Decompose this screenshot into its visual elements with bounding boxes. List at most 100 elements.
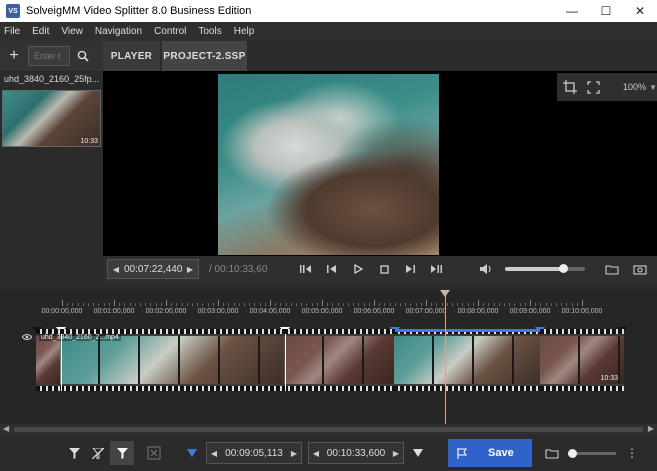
- snapshot-button[interactable]: [629, 259, 651, 279]
- folder-icon: [545, 448, 559, 459]
- start-time[interactable]: 00:09:05,113: [221, 448, 287, 459]
- volume-button[interactable]: [479, 263, 499, 275]
- stop-button[interactable]: [371, 259, 397, 279]
- end-time-box[interactable]: ◀ 00:10:33,600 ▶: [308, 442, 404, 464]
- output-folder-button[interactable]: [540, 441, 564, 465]
- time-prev-icon[interactable]: ◀: [108, 265, 124, 274]
- video-track[interactable]: uhd_3840_2160_2...mp4 10:33: [36, 329, 624, 391]
- go-start-button[interactable]: [293, 259, 319, 279]
- ruler-minor-tick: [519, 303, 521, 306]
- save-button[interactable]: Save: [448, 439, 532, 467]
- ruler-minor-tick: [540, 303, 542, 306]
- menu-edit[interactable]: Edit: [26, 26, 55, 37]
- ruler-minor-tick: [514, 303, 516, 306]
- menu-tools[interactable]: Tools: [192, 26, 227, 37]
- playhead-line[interactable]: [445, 290, 446, 433]
- funnel-off-icon: [92, 447, 104, 459]
- menu-control[interactable]: Control: [148, 26, 192, 37]
- start-time-prev-icon[interactable]: ◀: [207, 449, 221, 458]
- ruler-tick: [478, 300, 479, 306]
- ruler-tick-label: 00:10:00,000: [561, 308, 603, 315]
- selection-range-bar[interactable]: [395, 329, 540, 332]
- time-next-icon[interactable]: ▶: [182, 265, 198, 274]
- ruler-minor-tick: [259, 303, 261, 306]
- folder-icon: [605, 264, 619, 275]
- prev-frame-button[interactable]: [319, 259, 345, 279]
- scroll-left-icon[interactable]: ◀: [3, 424, 9, 433]
- search-button[interactable]: [70, 41, 96, 71]
- current-time-box[interactable]: ◀ 00:07:22,440 ▶: [107, 259, 199, 279]
- ruler-minor-tick: [93, 303, 95, 306]
- track-label: uhd_3840_2160_2...mp4: [39, 334, 121, 341]
- timeline-panel[interactable]: 00:00:00,000 00:01:00,000 00:02:00,000 00:0…: [0, 290, 657, 433]
- ruler-minor-tick: [98, 303, 100, 306]
- ruler-minor-tick: [467, 303, 469, 306]
- timeline-zoom-knob[interactable]: [568, 448, 577, 458]
- end-time-prev-icon[interactable]: ◀: [309, 449, 323, 458]
- scroll-right-icon[interactable]: ▶: [648, 424, 654, 433]
- scroll-thumb[interactable]: [14, 427, 643, 432]
- file-thumbnail[interactable]: 10:33: [2, 90, 101, 147]
- ruler-tick-label: 00:09:00,000: [509, 308, 551, 315]
- play-button[interactable]: [345, 259, 371, 279]
- selection-marker-button[interactable]: [180, 441, 204, 465]
- menu-navigation[interactable]: Navigation: [89, 26, 148, 37]
- crop-button[interactable]: [560, 76, 580, 98]
- ruler-tick-label: 00:08:00,000: [457, 308, 499, 315]
- zoom-level[interactable]: 100%: [623, 82, 646, 92]
- menu-file[interactable]: File: [0, 26, 26, 37]
- start-time-box[interactable]: ◀ 00:09:05,113 ▶: [206, 442, 302, 464]
- ruler-minor-tick: [155, 303, 157, 306]
- search-input[interactable]: [28, 46, 70, 66]
- ruler-minor-tick: [363, 303, 365, 306]
- maximize-button[interactable]: ☐: [589, 0, 623, 22]
- invert-selection-button[interactable]: [110, 441, 134, 465]
- next-frame-button[interactable]: [397, 259, 423, 279]
- volume-slider[interactable]: [505, 264, 585, 273]
- fullscreen-button[interactable]: [583, 76, 603, 98]
- mute-track-button[interactable]: [142, 441, 166, 465]
- menu-help[interactable]: Help: [228, 26, 261, 37]
- current-time[interactable]: 00:07:22,440: [124, 264, 182, 275]
- remove-marker-button[interactable]: [86, 441, 110, 465]
- crop-icon: [563, 80, 577, 94]
- bottom-toolbar: ◀ 00:09:05,113 ▶ ◀ 00:10:33,600 ▶ Save ⋮: [0, 435, 657, 471]
- ruler-minor-tick: [545, 303, 547, 306]
- zoom-dropdown-icon[interactable]: ▼: [649, 83, 657, 92]
- start-time-next-icon[interactable]: ▶: [287, 449, 301, 458]
- more-options-button[interactable]: ⋮: [620, 441, 644, 465]
- ruler-tick-label: 00:03:00,000: [197, 308, 239, 315]
- timeline-scrollbar[interactable]: ◀ ▶: [0, 424, 657, 435]
- view-tools: 100% ▼: [555, 71, 657, 256]
- timeline-zoom-slider[interactable]: [568, 448, 616, 458]
- cut-line: [285, 334, 286, 391]
- tab-project[interactable]: PROJECT-2.SSP: [162, 41, 247, 71]
- add-file-button[interactable]: +: [0, 41, 28, 71]
- add-marker-button[interactable]: [62, 441, 86, 465]
- open-folder-button[interactable]: [601, 259, 623, 279]
- ruler-minor-tick: [353, 303, 355, 306]
- tab-player[interactable]: PLAYER: [103, 41, 160, 71]
- search-icon: [77, 50, 89, 62]
- track-segment-included[interactable]: [394, 329, 540, 391]
- ruler-minor-tick: [420, 303, 422, 306]
- end-time[interactable]: 00:10:33,600: [323, 448, 389, 459]
- end-time-next-icon[interactable]: ▶: [389, 449, 403, 458]
- ruler-minor-tick: [296, 303, 297, 306]
- volume-knob[interactable]: [558, 264, 568, 273]
- track-segment-excluded[interactable]: [284, 329, 394, 391]
- ruler-tick: [582, 300, 583, 306]
- ruler-minor-tick: [384, 303, 386, 306]
- minimize-button[interactable]: —: [555, 0, 589, 22]
- segment-frames: [394, 336, 540, 384]
- end-marker-button[interactable]: [406, 441, 430, 465]
- time-ruler[interactable]: 00:00:00,000 00:01:00,000 00:02:00,000 00:0…: [36, 290, 624, 322]
- ruler-minor-tick: [202, 303, 204, 306]
- close-button[interactable]: ✕: [623, 0, 657, 22]
- ruler-minor-tick: [368, 303, 370, 306]
- ruler-minor-tick: [358, 303, 360, 306]
- go-end-button[interactable]: [423, 259, 449, 279]
- menu-view[interactable]: View: [55, 26, 89, 37]
- eye-icon[interactable]: [22, 333, 32, 341]
- ruler-tick: [530, 300, 531, 306]
